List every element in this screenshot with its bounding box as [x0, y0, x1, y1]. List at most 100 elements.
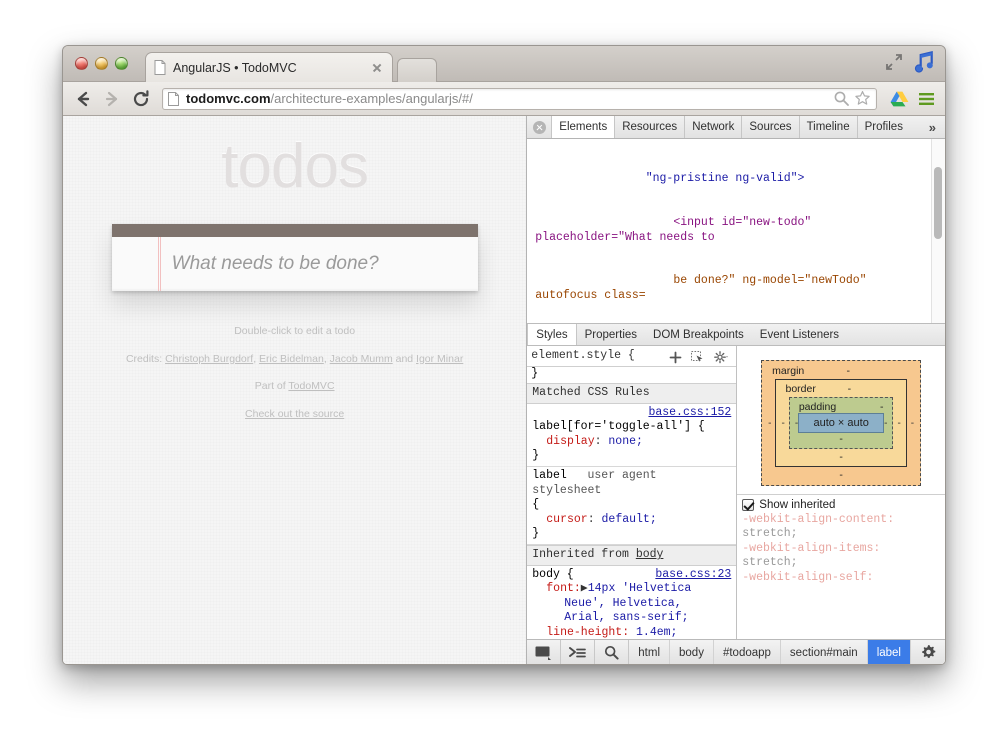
browser-tab[interactable]: AngularJS • TodoMVC [145, 52, 393, 82]
box-model-content[interactable]: auto × auto [798, 413, 884, 433]
inherited-prop-row[interactable]: -webkit-align-content: [742, 513, 940, 527]
forward-button[interactable] [102, 89, 122, 109]
padding-top-value[interactable]: - [880, 401, 884, 413]
zoom-window-button[interactable] [115, 57, 128, 70]
margin-left-value[interactable]: - [768, 418, 771, 429]
dom-scrollbar-thumb[interactable] [934, 167, 942, 239]
box-model-border[interactable]: border - - paddin [775, 379, 906, 467]
url-path: /architecture-examples/angularjs/#/ [271, 91, 473, 106]
body-rule-source-link[interactable]: base.css:23 [655, 568, 731, 582]
itunes-music-icon[interactable] [913, 50, 935, 74]
computed-metrics-pane: margin - - border - [737, 346, 945, 639]
address-bar[interactable]: todomvc.com/architecture-examples/angula… [162, 88, 877, 110]
credit-link-2[interactable]: Eric Bidelman [259, 353, 324, 365]
url-domain: todomvc.com [186, 91, 271, 106]
breadcrumb-body[interactable]: body [670, 640, 714, 665]
info-edit-hint: Double-click to edit a todo [63, 326, 526, 337]
padding-bottom-value[interactable]: - [795, 433, 888, 445]
add-rule-icon[interactable] [669, 351, 682, 364]
font-prop: font: [546, 582, 581, 595]
tab-styles[interactable]: Styles [527, 324, 576, 345]
back-button[interactable] [73, 89, 93, 109]
tab-event-listeners[interactable]: Event Listeners [752, 324, 847, 345]
box-model-padding[interactable]: padding - - auto × auto - [789, 397, 894, 449]
ua-rule-declaration[interactable]: cursor: default; [532, 513, 731, 527]
styles-rules-list[interactable]: element.style { [527, 346, 737, 639]
tab-profiles[interactable]: Profiles [857, 116, 910, 138]
minimize-window-button[interactable] [95, 57, 108, 70]
tab-network[interactable]: Network [684, 116, 741, 138]
source-link[interactable]: Check out the source [245, 408, 344, 420]
todomvc-link[interactable]: TodoMVC [288, 380, 334, 392]
inherited-prop-name: -webkit-align-items: [742, 542, 880, 555]
border-right-value[interactable]: - [897, 418, 900, 429]
traffic-lights [75, 57, 128, 70]
tab-timeline[interactable]: Timeline [799, 116, 857, 138]
ua-rule-selector: label [532, 469, 567, 482]
breadcrumb-todoapp[interactable]: #todoapp [714, 640, 781, 665]
box-model-margin[interactable]: margin - - border - [761, 360, 921, 486]
inherited-prop-row[interactable]: -webkit-align-items: [742, 542, 940, 556]
inherited-prop-row[interactable]: -webkit-align-self: [742, 571, 940, 585]
devtools-close-button[interactable] [527, 116, 551, 138]
rule-declaration[interactable]: display: none; [532, 435, 731, 449]
new-todo-input[interactable] [112, 237, 478, 291]
tab-elements[interactable]: Elements [551, 116, 614, 138]
margin-top-value[interactable]: - [846, 365, 850, 377]
credit-link-1[interactable]: Christoph Burgdorf [165, 353, 253, 365]
tab-properties[interactable]: Properties [577, 324, 645, 345]
border-left-value[interactable]: - [781, 418, 784, 429]
breadcrumb-section-main[interactable]: section#main [781, 640, 868, 665]
info-part-of: Part of TodoMVC [63, 381, 526, 392]
tab-sources[interactable]: Sources [741, 116, 798, 138]
dock-to-right-button[interactable] [527, 640, 561, 665]
console-drawer-icon [569, 646, 586, 660]
font-expand-arrow[interactable]: ▶ [581, 582, 588, 595]
browser-tab-title: AngularJS • TodoMVC [173, 61, 370, 75]
chrome-menu-icon[interactable] [918, 91, 935, 107]
credit-link-3[interactable]: Jacob Mumm [330, 353, 393, 365]
search-button[interactable] [595, 640, 629, 665]
dom-line: <input id="new-todo" placeholder="What n… [527, 216, 945, 245]
console-drawer-button[interactable] [561, 640, 595, 665]
tab-resources[interactable]: Resources [614, 116, 684, 138]
inherited-properties-list[interactable]: -webkit-align-content: stretch; -webkit-… [737, 513, 945, 639]
breadcrumb-label[interactable]: label [868, 640, 911, 665]
show-inherited-row[interactable]: Show inherited [737, 494, 945, 513]
credit-link-4[interactable]: Igor Minar [416, 353, 463, 365]
breadcrumb-html[interactable]: html [629, 640, 670, 665]
bookmark-star-icon[interactable] [854, 90, 871, 107]
rule-source-link[interactable]: base.css:152 [648, 406, 731, 420]
body-lineheight-declaration[interactable]: line-height: 1.4em; [532, 626, 731, 640]
element-picker-icon[interactable] [691, 351, 705, 364]
margin-label: margin [772, 365, 804, 377]
part-of-prefix: Part of [255, 380, 289, 392]
border-bottom-value[interactable]: - [781, 451, 900, 463]
font-value-3: Arial, sans-serif; [564, 611, 688, 624]
devtools-settings-button[interactable] [911, 640, 945, 665]
css-rule-user-agent[interactable]: label user agent stylesheet { cursor: de… [527, 467, 736, 545]
expand-icon[interactable] [885, 53, 903, 71]
reload-button[interactable] [131, 89, 151, 109]
filter-gear-icon[interactable] [714, 351, 729, 364]
box-model-wrapper: margin - - border - [737, 346, 945, 494]
google-drive-icon[interactable] [890, 90, 909, 108]
css-rule-toggle-all[interactable]: base.css:152 label[for='toggle-all'] { d… [527, 404, 736, 468]
new-tab-button[interactable] [397, 58, 437, 82]
inherited-body-link[interactable]: body [636, 548, 664, 561]
css-rule-body[interactable]: base.css:23body { font:▶14px 'Helvetica … [527, 566, 736, 639]
margin-right-value[interactable]: - [911, 418, 914, 429]
tab-close-icon[interactable] [370, 61, 384, 75]
tab-dom-breakpoints[interactable]: DOM Breakpoints [645, 324, 752, 345]
todoapp-card [112, 224, 478, 291]
margin-bottom-value[interactable]: - [768, 469, 914, 481]
border-top-value[interactable]: - [848, 383, 852, 395]
dom-tree-pane[interactable]: "ng-pristine ng-valid"> <input id="new-t… [527, 139, 945, 324]
show-inherited-checkbox[interactable] [742, 499, 754, 511]
more-tabs-button[interactable]: » [920, 116, 945, 138]
todoapp-pane: todos Double-click to edit a todo Credit… [63, 116, 526, 665]
close-window-button[interactable] [75, 57, 88, 70]
search-icon[interactable] [833, 90, 850, 107]
body-font-declaration[interactable]: font:▶14px 'Helvetica [532, 582, 731, 596]
padding-right-value[interactable]: - [884, 418, 887, 429]
